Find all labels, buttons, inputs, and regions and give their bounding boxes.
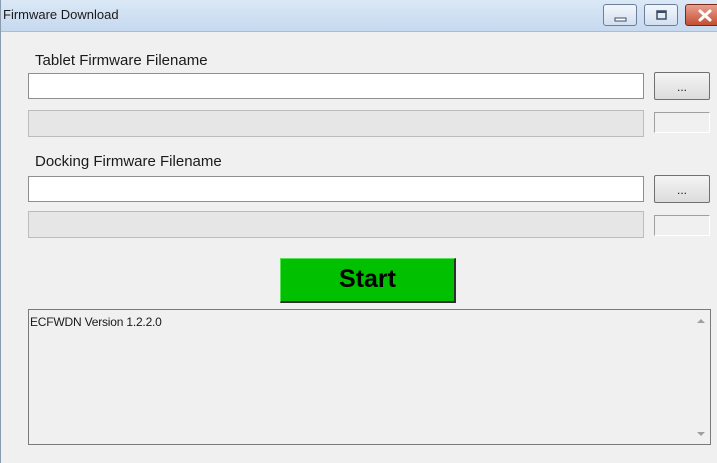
firmware-download-window: Firmware Download Tablet Firmware Filena… (0, 0, 717, 463)
tablet-browse-button[interactable]: ... (654, 72, 710, 100)
scroll-up-button[interactable] (692, 312, 710, 329)
tablet-firmware-filename-input[interactable] (28, 73, 644, 99)
scroll-down-button[interactable] (692, 425, 710, 442)
docking-browse-button[interactable]: ... (654, 175, 710, 203)
minimize-icon (614, 17, 627, 22)
docking-progress-bar (28, 211, 644, 238)
tablet-status-box (654, 112, 710, 133)
tablet-firmware-label: Tablet Firmware Filename (35, 52, 208, 69)
docking-status-box (654, 215, 710, 236)
start-button[interactable]: Start (280, 258, 456, 303)
maximize-icon (656, 10, 667, 20)
scroll-up-arrow-icon (697, 319, 705, 323)
log-scrollbar[interactable] (692, 310, 710, 444)
scroll-down-arrow-icon (697, 432, 705, 436)
window-title: Firmware Download (3, 7, 119, 22)
maximize-button[interactable] (644, 4, 678, 26)
title-bar[interactable]: Firmware Download (1, 0, 717, 32)
tablet-progress-bar (28, 110, 644, 137)
docking-firmware-filename-input[interactable] (28, 176, 644, 202)
log-version-text: ECFWDN Version 1.2.2.0 (30, 315, 162, 329)
close-icon (698, 9, 712, 22)
docking-firmware-label: Docking Firmware Filename (35, 153, 222, 170)
close-button[interactable] (685, 4, 717, 26)
minimize-button[interactable] (603, 4, 637, 26)
log-textarea[interactable]: ECFWDN Version 1.2.2.0 (28, 309, 711, 445)
